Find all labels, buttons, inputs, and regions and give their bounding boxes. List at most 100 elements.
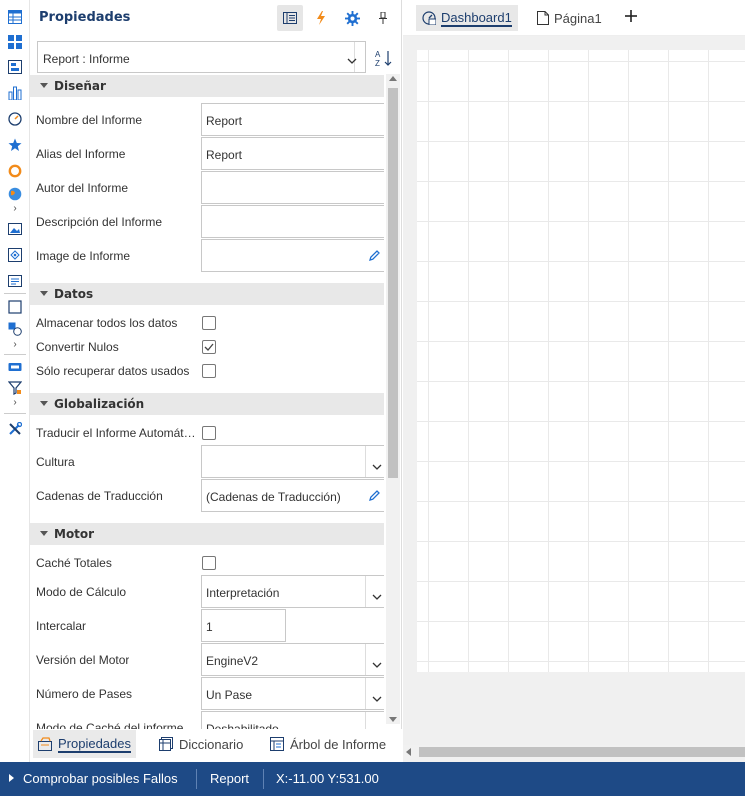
sort-alphabetical-icon[interactable]: AZ [374,48,394,68]
category-design[interactable]: Diseñar [30,75,384,97]
scroll-down-icon[interactable] [389,717,397,722]
tab-dashboard[interactable]: Dashboard1 [416,5,518,31]
chevron-down-icon [372,589,382,603]
play-triangle-icon[interactable] [9,774,14,782]
pencil-icon[interactable] [368,489,381,505]
report-name-field[interactable]: Report [201,103,384,136]
auto-localize-checkbox[interactable] [202,426,216,440]
gauge-icon[interactable] [7,111,23,127]
tab-label: Diccionario [179,736,244,752]
filter-icon[interactable] [7,380,23,396]
properties-scrollbar[interactable] [386,74,400,724]
convert-nulls-label: Convertir Nulos [36,340,119,354]
svg-text:A: A [375,50,381,59]
component-toolbar: › › › [0,0,30,762]
translation-strings-field[interactable]: (Cadenas de Traducción) [201,479,384,512]
shape-icon[interactable] [7,299,23,315]
select-divider [365,446,366,477]
check-issues-button[interactable]: Comprobar posibles Fallos [23,771,178,786]
select-divider [365,576,366,607]
scroll-up-icon[interactable] [389,76,397,81]
image-icon[interactable] [7,221,23,237]
expand-chevron-icon[interactable]: › [10,398,20,408]
tab-page[interactable]: Página1 [531,5,608,31]
grid-icon[interactable] [7,34,23,50]
events-lightning-icon[interactable] [308,5,334,31]
canvas-horizontal-scrollbar[interactable] [403,745,745,760]
cache-all-data-checkbox[interactable] [202,316,216,330]
number-of-passes-value: Un Pase [206,688,253,702]
calculation-mode-select[interactable]: Interpretación [201,575,384,608]
select-divider [365,678,366,709]
add-page-plus-icon[interactable] [623,8,641,26]
report-image-label: Image de Informe [36,249,131,263]
dictionary-icon [159,737,173,751]
page-tabs: Dashboard1 Página1 [403,0,745,36]
scroll-left-icon[interactable] [406,748,411,756]
toolbar-divider [4,413,26,414]
tab-properties[interactable]: Propiedades [33,730,136,758]
expand-chevron-icon[interactable]: › [10,204,20,214]
report-author-label: Autor del Informe [36,181,129,195]
tab-dictionary[interactable]: Diccionario [154,730,248,758]
gear-icon[interactable] [339,5,365,31]
cache-all-data-label: Almacenar todos los datos [36,316,178,330]
retrieve-only-used-checkbox[interactable] [202,364,216,378]
button-icon[interactable] [7,359,23,375]
expand-chevron-icon[interactable]: › [10,340,20,350]
culture-select[interactable] [201,445,384,478]
properties-icon [38,737,52,751]
property-grid-view-button[interactable] [277,5,303,31]
tab-label: Árbol de Informe [290,736,387,752]
map-icon[interactable] [7,186,23,202]
report-image-field[interactable] [201,239,384,272]
object-selector[interactable]: Report : Informe [37,41,366,73]
design-area: Dashboard1 Página1 [403,0,745,762]
report-tree-icon [270,737,284,751]
pencil-icon[interactable] [368,249,381,265]
report-alias-field[interactable]: Report [201,137,384,170]
category-globalization[interactable]: Globalización [30,393,384,415]
tab-label: Página1 [554,10,602,26]
tools-icon[interactable] [7,421,23,437]
ring-icon[interactable] [7,163,23,179]
category-engine[interactable]: Motor [30,523,384,545]
scrollbar-thumb[interactable] [419,747,745,757]
shapes-icon[interactable] [7,321,23,337]
dashboard-icon [422,11,436,25]
report-cache-mode-select[interactable]: Deshabilitado [201,711,384,730]
number-of-passes-select[interactable]: Un Pase [201,677,384,710]
convert-nulls-checkbox[interactable] [202,340,216,354]
cache-totals-checkbox[interactable] [202,556,216,570]
category-label: Datos [54,287,94,301]
pin-icon[interactable] [370,5,396,31]
engine-version-select[interactable]: EngineV2 [201,643,384,676]
report-description-label: Descripción del Informe [36,215,163,229]
category-label: Motor [54,527,95,541]
category-data[interactable]: Datos [30,283,384,305]
report-alias-value: Report [206,148,243,162]
calculation-mode-label: Modo de Cálculo [36,585,127,599]
collapse-triangle-icon [40,531,48,536]
engine-version-value: EngineV2 [206,654,259,668]
text-icon[interactable] [7,273,23,289]
report-description-field[interactable] [201,205,384,238]
tab-label: Propiedades [58,735,131,753]
dashboard-canvas[interactable] [417,50,745,672]
properties-panel: Propiedades Report : Informe AZ Diseñar … [30,0,402,762]
collate-field[interactable]: 1 [201,609,286,642]
chart-icon[interactable] [7,85,23,101]
report-alias-label: Alias del Informe [36,147,126,161]
report-author-field[interactable] [201,171,384,204]
tab-report-tree[interactable]: Árbol de Informe [265,730,391,758]
status-divider [196,769,197,789]
table-icon[interactable] [7,9,23,25]
star-icon[interactable] [7,137,23,153]
select-divider [365,712,366,730]
region-map-icon[interactable] [7,247,23,263]
scrollbar-thumb[interactable] [388,88,398,478]
pivot-icon[interactable] [7,59,23,75]
category-label: Globalización [54,397,145,411]
report-name-label: Nombre del Informe [36,113,143,127]
object-selector-value: Report : Informe [43,52,130,66]
